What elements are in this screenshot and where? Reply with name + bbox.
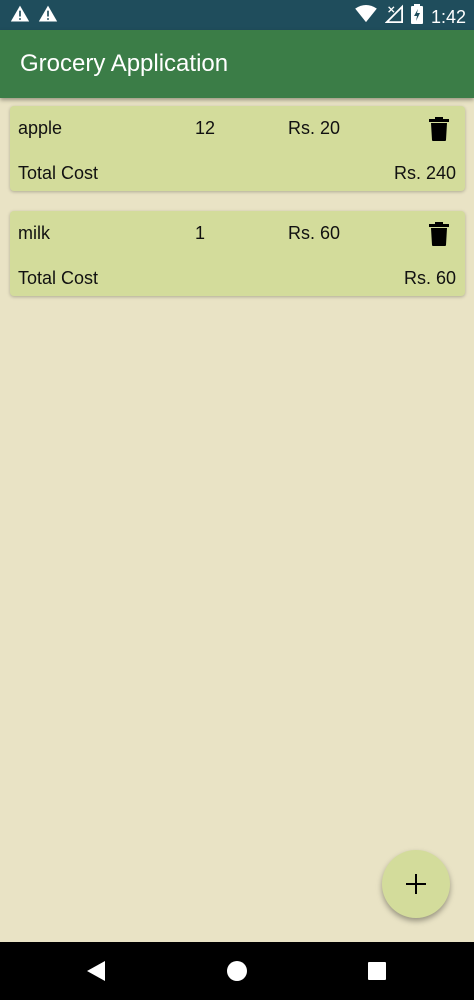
wifi-icon (355, 5, 377, 28)
delete-button[interactable] (426, 114, 452, 144)
add-item-button[interactable] (382, 850, 450, 918)
delete-button[interactable] (426, 219, 452, 249)
status-time: 1:42 (430, 6, 466, 27)
grocery-list: apple 12 Rs. 20 Total Cost Rs. 240 milk … (10, 106, 465, 316)
trash-icon (429, 117, 449, 141)
total-cost-label: Total Cost (18, 268, 99, 288)
warning-icon (38, 4, 58, 29)
grocery-item-card[interactable]: apple 12 Rs. 20 Total Cost Rs. 240 (10, 106, 465, 191)
home-button[interactable] (207, 942, 267, 1000)
item-price: Rs. 60 (288, 223, 341, 243)
item-name: milk (18, 223, 50, 243)
status-bar: 1:42 (0, 0, 474, 30)
total-cost-label: Total Cost (18, 163, 99, 183)
back-icon (87, 961, 105, 981)
back-button[interactable] (66, 942, 126, 1000)
total-cost-value: Rs. 60 (403, 268, 456, 288)
item-quantity: 12 (195, 118, 216, 138)
home-icon (227, 961, 247, 981)
navigation-bar (0, 942, 474, 1000)
item-quantity: 1 (195, 223, 206, 243)
signal-icon (384, 4, 403, 29)
recents-button[interactable] (347, 942, 407, 1000)
page-title: Grocery Application (20, 50, 229, 77)
battery-icon (410, 4, 423, 29)
total-cost-value: Rs. 240 (393, 163, 456, 183)
recents-icon (368, 962, 386, 980)
trash-icon (429, 222, 449, 246)
plus-icon (406, 874, 426, 894)
warning-icon (10, 4, 30, 29)
item-name: apple (18, 118, 63, 138)
item-price: Rs. 20 (288, 118, 341, 138)
grocery-item-card[interactable]: milk 1 Rs. 60 Total Cost Rs. 60 (10, 211, 465, 296)
app-bar: Grocery Application (0, 30, 474, 98)
